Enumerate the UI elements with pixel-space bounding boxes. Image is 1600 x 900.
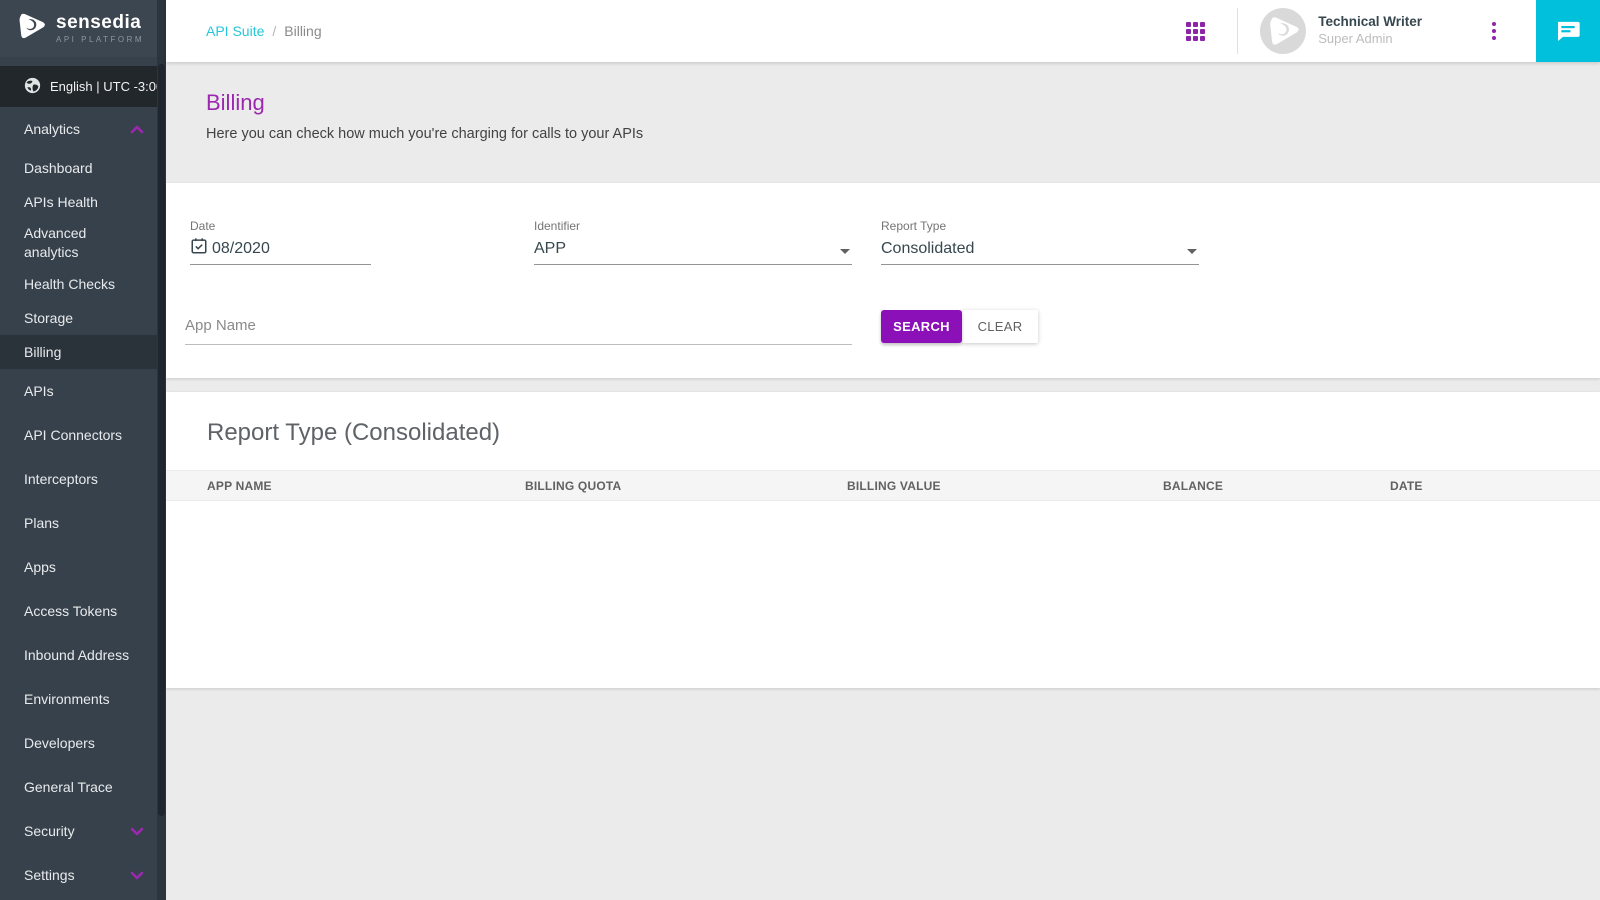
report-type-label: Report Type xyxy=(881,219,1199,233)
sidebar-item-storage[interactable]: Storage xyxy=(0,301,166,335)
sidebar-item-plans[interactable]: Plans xyxy=(0,501,166,545)
sidebar-item-apis-health[interactable]: APIs Health xyxy=(0,185,166,219)
column-date: DATE xyxy=(1390,479,1600,493)
kebab-menu-icon[interactable] xyxy=(1492,22,1496,40)
chevron-up-icon xyxy=(130,125,144,134)
date-value: 08/2020 xyxy=(212,240,270,258)
search-button[interactable]: SEARCH xyxy=(881,310,962,343)
user-name: Technical Writer xyxy=(1318,14,1422,31)
clear-button[interactable]: CLEAR xyxy=(962,310,1038,343)
sidebar-item-settings[interactable]: Settings xyxy=(0,853,166,897)
breadcrumb-separator: / xyxy=(272,23,276,39)
chat-icon xyxy=(1553,16,1583,46)
avatar[interactable] xyxy=(1260,8,1306,54)
sidebar-nav: Analytics Dashboard APIs Health Advanced… xyxy=(0,107,166,897)
chat-button[interactable] xyxy=(1536,0,1600,62)
report-type-value: Consolidated xyxy=(881,240,974,258)
sidebar-item-interceptors[interactable]: Interceptors xyxy=(0,457,166,501)
page-title: Billing xyxy=(206,90,1600,116)
chevron-down-icon xyxy=(130,827,144,836)
sidebar-item-apis[interactable]: APIs xyxy=(0,369,166,413)
date-field[interactable]: Date 08/2020 xyxy=(190,219,371,265)
section-gap xyxy=(166,378,1600,392)
sidebar-item-access-tokens[interactable]: Access Tokens xyxy=(0,589,166,633)
filter-panel: Date 08/2020 Identifier APP Report Type xyxy=(166,183,1600,378)
date-label: Date xyxy=(190,219,371,233)
app-name-input[interactable] xyxy=(185,311,852,345)
brand-subtitle: API PLATFORM xyxy=(56,35,144,44)
report-type-select[interactable]: Report Type Consolidated xyxy=(881,219,1199,265)
app-root: sensedia API PLATFORM English | UTC -3:0… xyxy=(0,0,1600,900)
logo[interactable]: sensedia API PLATFORM xyxy=(0,0,166,57)
sidebar-item-dashboard[interactable]: Dashboard xyxy=(0,151,166,185)
page-header: Billing Here you can check how much you'… xyxy=(166,62,1600,183)
identifier-label: Identifier xyxy=(534,219,852,233)
dropdown-caret-icon xyxy=(1187,249,1197,254)
sidebar-item-security[interactable]: Security xyxy=(0,809,166,853)
report-panel: Report Type (Consolidated) APP NAME BILL… xyxy=(166,392,1600,688)
sidebar-item-api-connectors[interactable]: API Connectors xyxy=(0,413,166,457)
breadcrumb-api-suite[interactable]: API Suite xyxy=(206,23,264,39)
language-timezone-bar[interactable]: English | UTC -3:00 xyxy=(0,66,166,107)
app-name-field xyxy=(185,311,852,345)
identifier-select[interactable]: Identifier APP xyxy=(534,219,852,265)
sidebar-scrollbar-thumb[interactable] xyxy=(158,64,165,816)
breadcrumb: API Suite / Billing xyxy=(166,23,322,39)
dropdown-caret-icon xyxy=(840,249,850,254)
page-subtitle: Here you can check how much you're charg… xyxy=(206,126,1600,142)
language-timezone-label: English | UTC -3:00 xyxy=(50,79,163,94)
column-balance: BALANCE xyxy=(1163,479,1390,493)
identifier-value: APP xyxy=(534,240,566,258)
chevron-down-icon xyxy=(130,871,144,880)
sidebar-item-health-checks[interactable]: Health Checks xyxy=(0,267,166,301)
user-role: Super Admin xyxy=(1318,31,1422,47)
sidebar-item-developers[interactable]: Developers xyxy=(0,721,166,765)
sidebar: sensedia API PLATFORM English | UTC -3:0… xyxy=(0,0,166,900)
table-header-row: APP NAME BILLING QUOTA BILLING VALUE BAL… xyxy=(166,470,1600,501)
column-billing-quota: BILLING QUOTA xyxy=(525,479,847,493)
apps-grid-icon[interactable] xyxy=(1186,22,1205,41)
sidebar-item-billing[interactable]: Billing xyxy=(0,335,166,369)
column-app-name: APP NAME xyxy=(207,479,525,493)
column-billing-value: BILLING VALUE xyxy=(847,479,1163,493)
breadcrumb-current: Billing xyxy=(284,23,321,39)
sidebar-item-environments[interactable]: Environments xyxy=(0,677,166,721)
globe-icon xyxy=(24,77,41,97)
table-body-empty xyxy=(166,501,1600,661)
main-content: API Suite / Billing Technical Writer Sup… xyxy=(166,0,1600,900)
sensedia-logo-icon xyxy=(14,9,48,48)
top-bar: API Suite / Billing Technical Writer Sup… xyxy=(166,0,1600,62)
sidebar-item-analytics[interactable]: Analytics xyxy=(0,107,166,151)
sidebar-item-inbound-address[interactable]: Inbound Address xyxy=(0,633,166,677)
calendar-icon xyxy=(190,237,208,260)
report-title: Report Type (Consolidated) xyxy=(166,392,1600,447)
sidebar-item-advanced-analytics[interactable]: Advanced analytics xyxy=(0,219,166,267)
header-divider xyxy=(1237,8,1238,54)
sidebar-item-apps[interactable]: Apps xyxy=(0,545,166,589)
sidebar-item-general-trace[interactable]: General Trace xyxy=(0,765,166,809)
brand-name: sensedia xyxy=(56,13,144,32)
